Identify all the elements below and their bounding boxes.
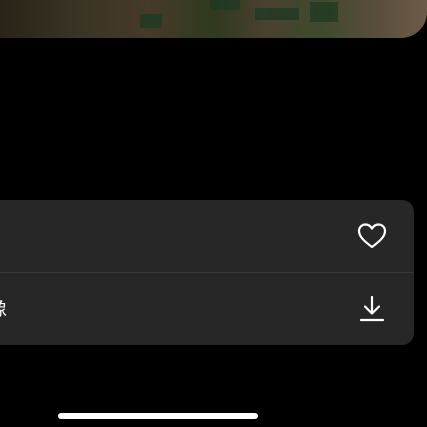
photo-detail [210,0,240,10]
save-image-label: 像 [0,297,7,321]
photo-detail [255,8,299,20]
photo-detail [310,2,338,22]
save-image-action[interactable]: 像 [0,273,414,345]
photo-detail [140,14,162,28]
home-indicator[interactable] [58,413,258,419]
download-icon [356,293,388,325]
screen: 像 [0,0,427,427]
favorite-action[interactable] [0,200,414,272]
heart-outline-icon [356,220,388,252]
photo-preview[interactable] [0,0,427,38]
action-sheet: 像 [0,200,414,345]
